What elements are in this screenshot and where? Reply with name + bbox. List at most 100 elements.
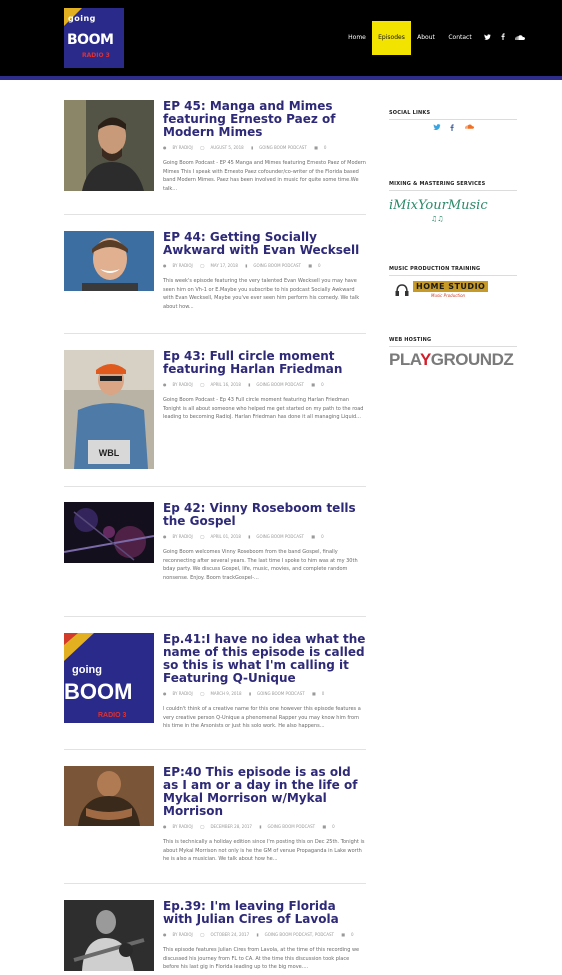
clock-icon: ◯ — [199, 145, 205, 150]
post-thumbnail[interactable] — [64, 502, 154, 563]
post-body: EP 45: Manga and Mimes featuring Ernesto… — [163, 100, 366, 193]
site-logo[interactable]: going BOOM RADIO 3 — [64, 8, 124, 68]
playgroundz-banner[interactable]: PLAYGROUNDZ — [389, 350, 514, 370]
post-comments[interactable]: 0 — [324, 145, 327, 150]
playgroundz-text-b: Y — [419, 350, 431, 369]
comment-icon: ■ — [311, 382, 316, 387]
post-comments[interactable]: 0 — [351, 932, 354, 937]
post-author[interactable]: BY RADIOJ — [173, 263, 193, 268]
post-comments[interactable]: 0 — [321, 534, 324, 539]
comment-icon: ■ — [308, 263, 313, 268]
post-thumbnail[interactable]: going BOOM RADIO 3 — [64, 633, 154, 723]
post-meta: ● BY RADIOJ ◯ MARCH 9, 2018 ▮ GOING BOOM PO… — [163, 691, 366, 696]
twitter-icon[interactable] — [481, 21, 493, 55]
soundcloud-icon[interactable] — [465, 124, 474, 131]
widget-title-rule — [389, 275, 517, 276]
post-title[interactable]: EP:40 This episode is as old as I am or … — [163, 766, 366, 818]
post-category[interactable]: GOING BOOM PODCAST — [257, 691, 305, 696]
author-icon: ● — [163, 263, 167, 268]
post-date: APRIL 16, 2018 — [210, 382, 241, 387]
post-author[interactable]: BY RADIOJ — [173, 932, 193, 937]
post-body: Ep.39: I'm leaving Florida with Julian C… — [163, 900, 366, 972]
nav-contact[interactable]: Contact — [446, 21, 474, 55]
bookmark-icon: ▮ — [248, 382, 251, 387]
post-category[interactable]: GOING BOOM PODCAST — [253, 263, 301, 268]
post-author[interactable]: BY RADIOJ — [173, 824, 193, 829]
nav-home[interactable]: Home — [344, 21, 370, 55]
post-comments[interactable]: 0 — [318, 263, 321, 268]
post-excerpt: Going Boom Podcast - EP 45 Manga and Mim… — [163, 160, 366, 192]
site-header: going BOOM RADIO 3 Home Episodes About C… — [0, 0, 562, 76]
comment-icon: ■ — [311, 691, 316, 696]
svg-text:going: going — [72, 664, 102, 676]
post-comments[interactable]: 0 — [321, 382, 324, 387]
post-divider — [64, 214, 366, 215]
comment-icon: ■ — [322, 824, 327, 829]
post-comments[interactable]: 0 — [322, 691, 325, 696]
comment-icon: ■ — [314, 145, 318, 150]
widget-social-links: SOCIAL LINKS — [389, 110, 517, 131]
post-excerpt: Going Boom welcomes Vinny Roseboom from … — [163, 549, 358, 581]
post-category[interactable]: GOING BOOM PODCAST — [256, 382, 304, 387]
post-thumbnail[interactable]: WBL — [64, 350, 154, 469]
widget-title-rule — [389, 190, 517, 191]
header-accent-line — [0, 76, 562, 80]
post-comments[interactable]: 0 — [332, 824, 335, 829]
clock-icon: ◯ — [199, 534, 205, 539]
nav-about[interactable]: About — [415, 21, 437, 55]
twitter-icon[interactable] — [433, 124, 441, 132]
widget-mixing: MIXING & MASTERING SERVICES iMixYourMusi… — [389, 181, 517, 223]
post-body: EP:40 This episode is as old as I am or … — [163, 766, 366, 864]
post-divider — [64, 333, 366, 334]
bookmark-icon: ▮ — [248, 691, 252, 696]
post-title[interactable]: Ep 43: Full circle moment featuring Harl… — [163, 350, 366, 376]
post-date: DECEMBER 28, 2017 — [210, 824, 252, 829]
imixyourmusic-banner[interactable]: iMixYourMusic — [389, 198, 488, 213]
bookmark-icon: ▮ — [259, 824, 262, 829]
post-excerpt: I couldn't think of a creative name for … — [163, 706, 361, 729]
home-studio-banner[interactable]: HOME STUDIO Music Production — [395, 278, 493, 302]
widget-title-rule — [389, 119, 517, 120]
mixer-icon: ♫♫ — [431, 215, 444, 223]
post-divider — [64, 749, 366, 750]
widget-training: MUSIC PRODUCTION TRAINING HOME STUDIO Mu… — [389, 266, 517, 298]
post-title[interactable]: EP 44: Getting Socially Awkward with Eva… — [163, 231, 366, 257]
post-category[interactable]: GOING BOOM PODCAST, PODCAST — [265, 932, 334, 937]
svg-text:BOOM: BOOM — [64, 679, 132, 704]
clock-icon: ◯ — [199, 824, 205, 829]
author-icon: ● — [163, 534, 167, 539]
post-excerpt: This week's episode featuring the very t… — [163, 278, 360, 310]
clock-icon: ◯ — [199, 382, 205, 387]
post-thumbnail[interactable] — [64, 231, 154, 291]
post-author[interactable]: BY RADIOJ — [173, 382, 193, 387]
post-category[interactable]: GOING BOOM PODCAST — [267, 824, 315, 829]
nav-episodes[interactable]: Episodes — [372, 21, 411, 55]
post-category[interactable]: GOING BOOM PODCAST — [256, 534, 304, 539]
post-author[interactable]: BY RADIOJ — [173, 691, 193, 696]
post-body: Ep 42: Vinny Roseboom tells the Gospel ●… — [163, 502, 366, 582]
facebook-icon[interactable] — [497, 21, 509, 55]
post-author[interactable]: BY RADIOJ — [173, 145, 193, 150]
post-meta: ● BY RADIOJ ◯ AUGUST 5, 2018 ▮ GOING BOOM P… — [163, 145, 366, 150]
svg-text:WBL: WBL — [99, 448, 120, 458]
post-excerpt: This is technically a holiday edition si… — [163, 839, 365, 862]
post-title[interactable]: Ep 42: Vinny Roseboom tells the Gospel — [163, 502, 366, 528]
widget-title: MIXING & MASTERING SERVICES — [389, 181, 486, 187]
post-title[interactable]: Ep.39: I'm leaving Florida with Julian C… — [163, 900, 366, 926]
soundcloud-icon[interactable] — [513, 21, 527, 55]
playgroundz-text-c: GROUNDZ — [430, 350, 514, 369]
facebook-icon[interactable] — [450, 124, 454, 133]
post-date: MAY 17, 2018 — [210, 263, 238, 268]
post-meta: ● BY RADIOJ ◯ OCTOBER 24, 2017 ▮ GOING BOOM… — [163, 932, 366, 937]
author-icon: ● — [163, 932, 167, 937]
post-author[interactable]: BY RADIOJ — [173, 534, 193, 539]
post-title[interactable]: Ep.41:I have no idea what the name of th… — [163, 633, 366, 685]
post-thumbnail[interactable] — [64, 900, 154, 971]
post-thumbnail[interactable] — [64, 100, 154, 191]
headphones-icon — [395, 284, 409, 296]
clock-icon: ◯ — [199, 932, 205, 937]
post-category[interactable]: GOING BOOM PODCAST — [259, 145, 307, 150]
bookmark-icon: ▮ — [248, 534, 251, 539]
post-title[interactable]: EP 45: Manga and Mimes featuring Ernesto… — [163, 100, 366, 139]
post-thumbnail[interactable] — [64, 766, 154, 826]
